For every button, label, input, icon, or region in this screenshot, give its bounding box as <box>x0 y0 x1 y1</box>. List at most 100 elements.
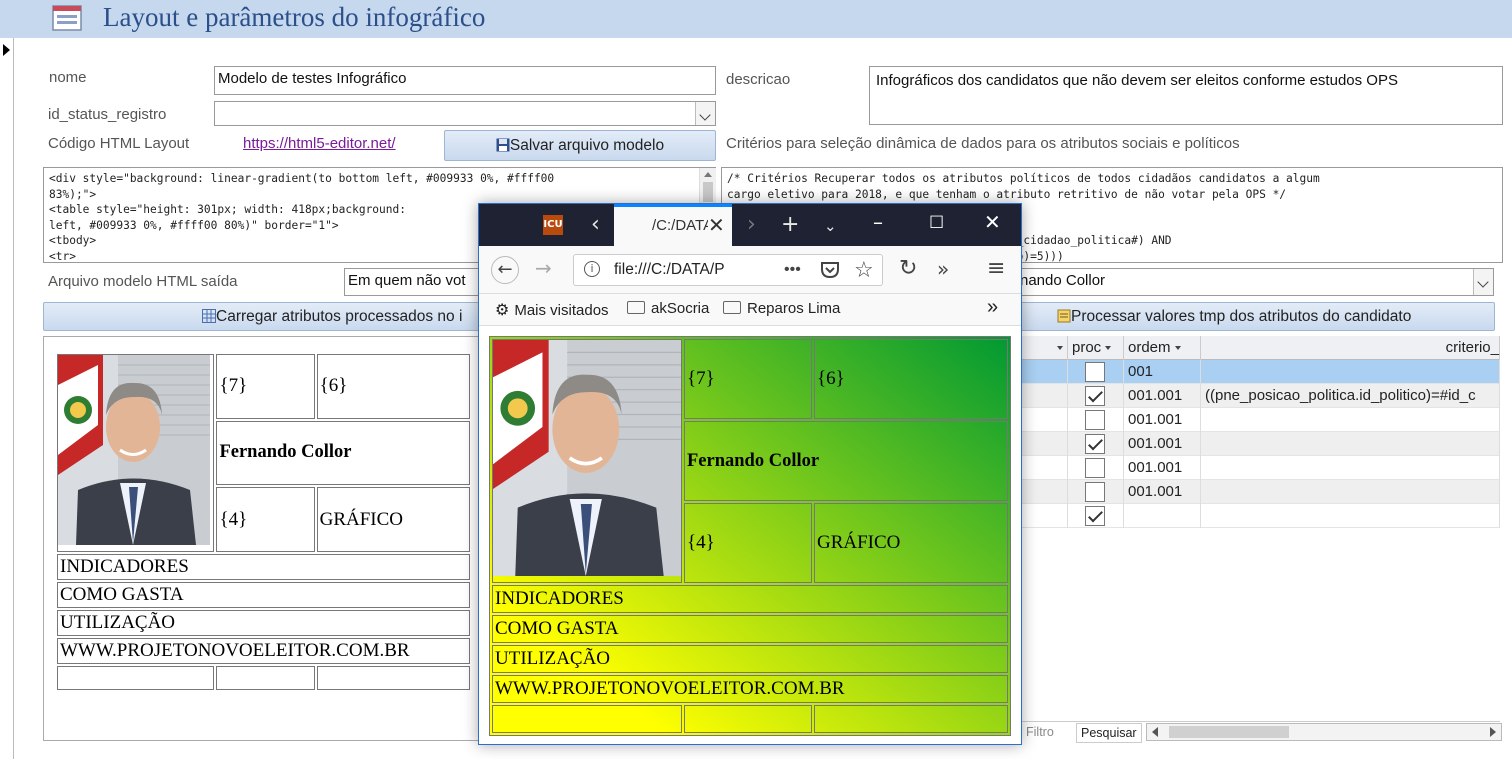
page-actions-icon[interactable]: ••• <box>784 261 801 279</box>
rendered-placeholder-6: {6} <box>814 339 1008 419</box>
column-sort-caret-icon[interactable] <box>1174 346 1181 351</box>
proc-checkbox[interactable] <box>1085 386 1105 406</box>
ordem-cell[interactable]: 001.001 <box>1124 408 1201 432</box>
close-window-icon[interactable]: ✕ <box>984 210 1001 234</box>
grid-icon <box>202 309 216 323</box>
scroll-thumb[interactable] <box>703 182 713 202</box>
active-tab[interactable]: /C:/DATA/ ✕ <box>614 204 732 246</box>
arquivo-field[interactable]: Em quem não vot <box>344 268 484 296</box>
scroll-up-icon[interactable] <box>704 172 712 177</box>
menu-hamburger-icon[interactable]: ≡ <box>987 256 1005 281</box>
close-tab-icon[interactable]: ✕ <box>708 213 725 238</box>
record-selector[interactable] <box>0 38 14 759</box>
scroll-right-icon[interactable] <box>1490 727 1496 737</box>
prev-column-header[interactable] <box>1020 336 1068 360</box>
column-sort-caret-icon[interactable] <box>1057 346 1063 351</box>
proc-checkbox[interactable] <box>1085 506 1105 526</box>
floppy-disk-icon <box>496 138 510 152</box>
hscroll-thumb[interactable] <box>1169 726 1289 738</box>
back-button-icon[interactable]: ← <box>491 256 519 284</box>
criterio-cell[interactable] <box>1201 456 1500 480</box>
bookmarks-overflow-icon[interactable]: » <box>987 296 998 319</box>
chevron-down-icon[interactable] <box>695 102 715 125</box>
tab-scroll-right-icon[interactable]: › <box>747 212 756 237</box>
table-row[interactable]: 001.001 <box>1020 408 1500 432</box>
rendered-utilizacao-row: UTILIZAÇÃO <box>492 645 1008 673</box>
datasheet-hscroll[interactable] <box>1146 723 1502 741</box>
column-sort-caret-icon[interactable] <box>1105 346 1112 351</box>
ordem-cell[interactable]: 001.001 <box>1124 456 1201 480</box>
chevron-down-icon[interactable] <box>1473 269 1493 295</box>
criterio-cell[interactable]: ((pne_posicao_politica.id_politico)=#id_… <box>1201 384 1500 408</box>
table-row[interactable]: 001.001 ((pne_posicao_politica.id_politic… <box>1020 384 1500 408</box>
proc-checkbox[interactable] <box>1085 458 1105 478</box>
prev-column-cell[interactable] <box>1020 360 1068 384</box>
scroll-left-icon[interactable] <box>1152 727 1158 737</box>
candidate-portrait-image <box>58 355 210 545</box>
tab-favicon[interactable]: ICU <box>543 215 563 235</box>
ordem-column-header[interactable]: ordem <box>1124 336 1201 360</box>
filtro-indicator[interactable]: Filtro <box>1026 725 1054 739</box>
como-gasta-row: COMO GASTA <box>57 582 470 608</box>
prev-column-cell[interactable] <box>1020 384 1068 408</box>
criterio-cell[interactable] <box>1201 504 1500 528</box>
folder-icon <box>627 301 645 314</box>
proc-checkbox[interactable] <box>1085 362 1105 382</box>
prev-column-cell[interactable] <box>1020 432 1068 456</box>
status-combo[interactable] <box>214 101 716 126</box>
url-bar[interactable]: i file:///C:/DATA/P ••• ☆ <box>573 254 883 286</box>
prev-column-cell[interactable] <box>1020 408 1068 432</box>
status-label: id_status_registro <box>48 106 167 123</box>
processar-valores-button[interactable]: Processar valores tmp dos atributos do c… <box>1020 302 1495 331</box>
table-row[interactable]: 001.001 <box>1020 480 1500 504</box>
criterio-cell[interactable] <box>1201 360 1500 384</box>
nome-field[interactable]: Modelo de testes Infográfico <box>214 66 716 95</box>
tab-list-chevron-icon[interactable]: ⌄ <box>824 217 837 235</box>
bookmark-reparos-lima[interactable]: Reparos Lima <box>723 300 840 317</box>
salvar-modelo-button[interactable]: Salvar arquivo modelo <box>444 130 716 161</box>
rendered-grafico-cell: GRÁFICO <box>814 503 1008 583</box>
table-row[interactable]: 001.001 <box>1020 456 1500 480</box>
ordem-cell[interactable]: 001.001 <box>1124 384 1201 408</box>
ordem-cell[interactable] <box>1124 504 1201 528</box>
rendered-site-row: WWW.PROJETONOVOELEITOR.COM.BR <box>492 675 1008 703</box>
criterio-cell[interactable] <box>1201 408 1500 432</box>
pesquisar-field[interactable]: Pesquisar <box>1076 723 1142 743</box>
bookmark-mais-visitados[interactable]: ⚙ Mais visitados <box>495 300 609 320</box>
bookmark-star-icon[interactable]: ☆ <box>854 257 874 283</box>
maximize-icon[interactable]: ☐ <box>929 213 944 233</box>
ordem-cell[interactable]: 001.001 <box>1124 432 1201 456</box>
tab-title: /C:/DATA/ <box>652 217 708 234</box>
prev-column-cell[interactable] <box>1020 504 1068 528</box>
prev-column-cell[interactable] <box>1020 456 1068 480</box>
ordem-cell[interactable]: 001.001 <box>1124 480 1201 504</box>
candidato-combo[interactable]: nando Collor <box>1016 268 1494 296</box>
descricao-field[interactable]: Infográficos dos candidatos que não deve… <box>869 66 1503 125</box>
tab-scroll-left-icon[interactable]: ‹ <box>591 212 600 237</box>
table-row[interactable] <box>1020 504 1500 528</box>
form-icon <box>52 5 82 31</box>
criterio-cell[interactable] <box>1201 432 1500 456</box>
criterio-column-header[interactable]: criterio_ <box>1201 336 1500 360</box>
forward-button-icon[interactable]: → <box>535 256 552 280</box>
proc-checkbox[interactable] <box>1085 482 1105 502</box>
proc-checkbox[interactable] <box>1085 410 1105 430</box>
carregar-atributos-button[interactable]: Carregar atributos processados no i <box>43 302 483 331</box>
site-info-icon[interactable]: i <box>584 261 600 277</box>
proc-column-header[interactable]: proc <box>1068 336 1124 360</box>
overflow-chevron-icon[interactable]: » <box>937 257 949 281</box>
bookmark-aksocria[interactable]: akSocria <box>627 300 709 317</box>
new-tab-icon[interactable]: + <box>781 212 799 237</box>
prev-column-cell[interactable] <box>1020 480 1068 504</box>
reload-icon[interactable]: ↻ <box>899 256 917 281</box>
table-row[interactable]: 001 <box>1020 360 1500 384</box>
pocket-icon[interactable] <box>820 261 840 279</box>
minimize-icon[interactable]: – <box>873 210 883 234</box>
site-row: WWW.PROJETONOVOELEITOR.COM.BR <box>57 638 470 664</box>
ordem-cell[interactable]: 001 <box>1124 360 1201 384</box>
criterio-cell[interactable] <box>1201 480 1500 504</box>
browser-tab-bar: ICU ‹ /C:/DATA/ ✕ › + ⌄ – ☐ ✕ <box>479 204 1021 246</box>
html5-editor-link[interactable]: https://html5-editor.net/ <box>243 135 396 152</box>
table-row[interactable]: 001.001 <box>1020 432 1500 456</box>
proc-checkbox[interactable] <box>1085 434 1105 454</box>
